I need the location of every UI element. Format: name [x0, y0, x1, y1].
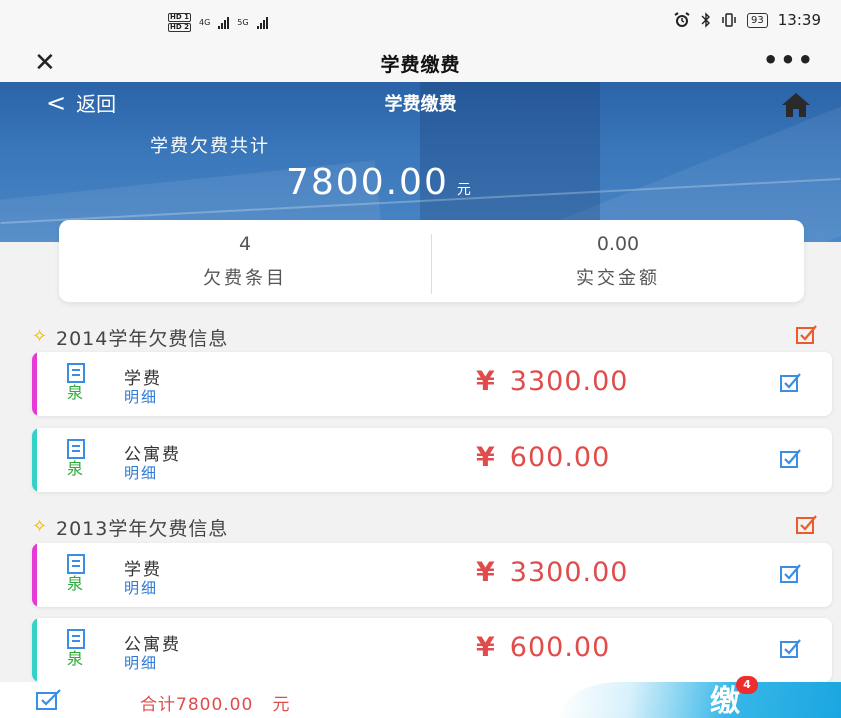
section-header-2013: ✧ 2013学年欠费信息 [32, 512, 822, 544]
total-label: 合计7800.00 [140, 695, 254, 715]
fee-detail-link[interactable]: 明细 [124, 652, 158, 673]
fee-item-card[interactable]: 泉 公寓费 明细 ¥600.00 [32, 618, 832, 682]
fee-stripe [32, 352, 37, 416]
fee-item-card[interactable]: 泉 学费 明细 ¥3300.00 [32, 543, 832, 607]
bluetooth-icon [701, 12, 711, 28]
home-icon[interactable] [781, 92, 811, 118]
fee-amount: ¥600.00 [476, 442, 610, 473]
section-checkbox-icon[interactable] [796, 324, 818, 344]
fee-item-card[interactable]: 泉 学费 明细 ¥3300.00 [32, 352, 832, 416]
fee-stripe [32, 618, 37, 682]
debt-amount-unit: 元 [456, 182, 473, 198]
fee-document-icon: 泉 [67, 363, 85, 402]
paid-label: 实交金额 [576, 268, 660, 289]
fee-amount: ¥600.00 [476, 632, 610, 663]
svg-text:泉: 泉 [67, 383, 83, 402]
vibrate-icon [722, 13, 736, 27]
svg-text:泉: 泉 [67, 649, 83, 668]
svg-text:泉: 泉 [67, 574, 83, 593]
section-label: 2014学年欠费信息 [56, 328, 229, 350]
paid-amount: 0.00 [596, 233, 640, 255]
debt-total-amount: 7800.00 元 [286, 162, 473, 203]
bottom-bar: 合计7800.00 元 缴 4 [0, 676, 841, 718]
page-title: 学费缴费 [380, 54, 461, 76]
select-all-checkbox-icon[interactable] [36, 688, 62, 710]
battery-icon: 93 [747, 12, 768, 28]
total-amount: 合计7800.00 元 [140, 690, 291, 715]
hd-indicator: HD 1 HD 2 [168, 13, 191, 32]
fee-stripe [32, 428, 37, 492]
item-checkbox-icon[interactable] [780, 638, 802, 658]
total-unit: 元 [272, 695, 291, 715]
lightbulb-icon: ✧ [32, 326, 48, 347]
svg-text:泉: 泉 [67, 459, 83, 478]
debt-amount-value: 7800.00 [286, 162, 449, 203]
yen-icon: ¥ [476, 632, 496, 663]
title-bar: ✕ 学费缴费 ••• [0, 42, 841, 82]
item-checkbox-icon[interactable] [780, 563, 802, 583]
debt-total-label: 学费欠费共计 [150, 136, 270, 157]
fee-amount-value: 600.00 [509, 632, 611, 663]
item-checkbox-icon[interactable] [780, 372, 802, 392]
status-right: 93 13:39 [673, 11, 821, 29]
network-label-2: 5G [237, 18, 249, 27]
status-bar: HD 1 HD 2 4G 5G 93 13:39 [0, 0, 841, 42]
badge-count: 4 [736, 676, 758, 694]
fee-detail-link[interactable]: 明细 [124, 577, 158, 598]
fee-amount-value: 3300.00 [509, 366, 629, 397]
status-time: 13:39 [777, 11, 821, 29]
fee-document-icon: 泉 [67, 439, 85, 478]
yen-icon: ¥ [476, 442, 496, 473]
fee-amount: ¥3300.00 [476, 366, 628, 397]
fee-amount: ¥3300.00 [476, 557, 628, 588]
network-label-1: 4G [198, 18, 211, 27]
section-label: 2013学年欠费信息 [56, 518, 229, 540]
fee-item-card[interactable]: 泉 公寓费 明细 ¥600.00 [32, 428, 832, 492]
fee-amount-value: 3300.00 [509, 557, 629, 588]
lightbulb-icon: ✧ [32, 516, 48, 537]
item-checkbox-icon[interactable] [780, 448, 802, 468]
hd-label-2: HD 2 [168, 23, 191, 32]
signal-icon-2 [256, 16, 268, 29]
header-banner: < 返回 学费缴费 学费欠费共计 7800.00 元 [0, 82, 841, 242]
more-menu-button[interactable]: ••• [763, 46, 815, 74]
fee-stripe [32, 543, 37, 607]
hd-label-1: HD 1 [168, 13, 191, 22]
signal-icon [218, 16, 230, 29]
pay-button[interactable]: 缴 4 [560, 676, 841, 718]
section-header-2014: ✧ 2014学年欠费信息 [32, 322, 822, 354]
banner-title: 学费缴费 [384, 94, 457, 115]
items-count: 4 [238, 233, 252, 255]
yen-icon: ¥ [476, 366, 496, 397]
fee-document-icon: 泉 [67, 629, 85, 668]
section-checkbox-icon[interactable] [796, 514, 818, 534]
alarm-icon [674, 12, 690, 27]
summary-paid: 0.00 实交金额 [432, 232, 804, 290]
fee-detail-link[interactable]: 明细 [124, 462, 158, 483]
yen-icon: ¥ [476, 557, 496, 588]
fee-amount-value: 600.00 [509, 442, 611, 473]
items-label: 欠费条目 [203, 268, 287, 289]
status-left: HD 1 HD 2 4G 5G [168, 13, 268, 32]
summary-items: 4 欠费条目 [59, 232, 431, 290]
summary-card: 4 欠费条目 0.00 实交金额 [59, 220, 804, 302]
fee-detail-link[interactable]: 明细 [124, 386, 158, 407]
fee-document-icon: 泉 [67, 554, 85, 593]
